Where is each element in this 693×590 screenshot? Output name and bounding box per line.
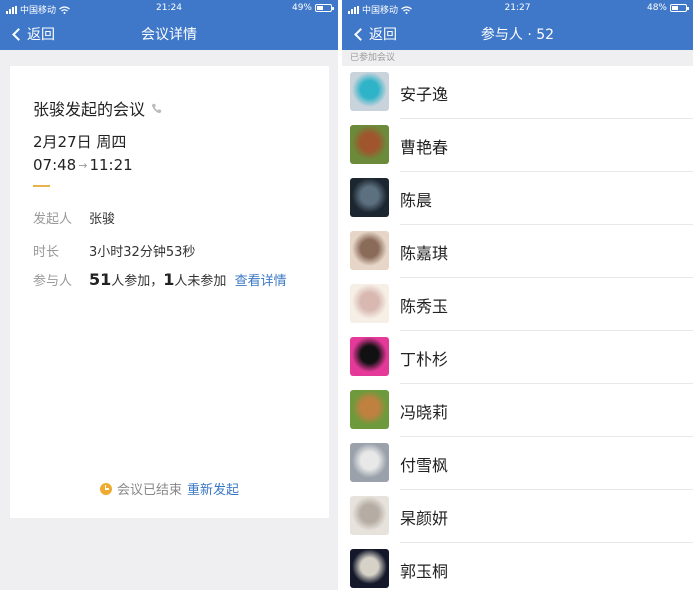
battery-icon	[670, 4, 689, 12]
meeting-card: 张骏发起的会议 2月27日 周四 07:48 → 11:21 发起人 张骏 时长…	[10, 66, 329, 518]
accent-divider	[33, 185, 50, 187]
participant-name: 杲颜妍	[400, 509, 449, 528]
participant-row[interactable]: 郭玉桐	[342, 543, 693, 590]
participant-name: 郭玉桐	[400, 562, 449, 581]
battery-percent: 48%	[646, 3, 667, 13]
participant-row[interactable]: 陈晨	[342, 172, 693, 225]
participants-screen: 中国移动 21:27 48% 返回 参与人 · 52 已参加会议 安子逸曹艳春陈…	[342, 0, 693, 590]
duration-row: 时长 3小时32分钟53秒	[33, 241, 195, 260]
host-row: 发起人 张骏	[33, 208, 115, 227]
not-joined-text: 人未参加	[174, 274, 227, 289]
participant-name: 付雪枫	[400, 456, 449, 475]
participant-name: 陈嘉琪	[400, 244, 449, 263]
avatar	[350, 72, 389, 111]
participant-name: 曹艳春	[400, 138, 449, 157]
participant-row[interactable]: 陈秀玉	[342, 278, 693, 331]
participant-row[interactable]: 丁朴杉	[342, 331, 693, 384]
avatar	[350, 178, 389, 217]
participant-name: 安子逸	[400, 85, 449, 104]
restart-meeting-link[interactable]: 重新发起	[187, 479, 239, 498]
view-details-link[interactable]: 查看详情	[235, 274, 287, 289]
battery-percent: 49%	[291, 3, 312, 13]
participant-name: 陈晨	[400, 191, 433, 210]
avatar	[350, 390, 389, 429]
participant-row[interactable]: 安子逸	[342, 66, 693, 119]
not-joined-count: 1	[163, 270, 175, 289]
status-bar: 中国移动 21:24 49%	[0, 0, 338, 17]
avatar	[350, 496, 389, 535]
arrow-right-icon: →	[78, 158, 88, 172]
participant-row[interactable]: 杲颜妍	[342, 490, 693, 543]
avatar	[350, 549, 389, 588]
phone-icon	[151, 103, 162, 113]
participant-name: 冯晓莉	[400, 403, 449, 422]
page-title: 参与人 · 52	[480, 27, 555, 43]
meeting-ended-status: 会议已结束 重新发起	[10, 479, 329, 498]
meeting-title: 张骏发起的会议	[33, 96, 162, 120]
joined-count: 51	[89, 270, 112, 289]
host-label: 发起人	[33, 212, 73, 227]
end-time: 11:21	[89, 156, 133, 174]
participants-label: 参与人	[33, 274, 73, 289]
avatar	[350, 284, 389, 323]
meeting-title-text: 张骏发起的会议	[33, 100, 146, 119]
participants-row: 参与人 51人参加，1人未参加 查看详情	[33, 270, 287, 289]
participant-row[interactable]: 曹艳春	[342, 119, 693, 172]
participant-row[interactable]: 冯晓莉	[342, 384, 693, 437]
page-title: 会议详情	[141, 27, 197, 43]
meeting-time-range: 07:48 → 11:21	[33, 156, 133, 174]
participant-row[interactable]: 陈嘉琪	[342, 225, 693, 278]
meeting-details-screen: 中国移动 21:24 49% 返回 会议详情 张骏发起的会议 2月27日 周四 …	[0, 0, 338, 590]
clock-icon	[99, 482, 112, 495]
duration-label: 时长	[33, 245, 60, 260]
status-time: 21:24	[156, 3, 182, 13]
duration-value: 3小时32分钟53秒	[89, 245, 196, 260]
ended-text: 会议已结束	[116, 483, 182, 498]
avatar	[350, 125, 389, 164]
meeting-date: 2月27日 周四	[33, 133, 127, 151]
nav-bar: 返回 参与人 · 52	[342, 17, 693, 50]
participant-name: 陈秀玉	[400, 297, 449, 316]
participant-list: 安子逸曹艳春陈晨陈嘉琪陈秀玉丁朴杉冯晓莉付雪枫杲颜妍郭玉桐	[342, 66, 693, 590]
host-value: 张骏	[89, 212, 116, 227]
participant-name: 丁朴杉	[400, 350, 449, 369]
avatar	[350, 231, 389, 270]
avatar	[350, 337, 389, 376]
section-header: 已参加会议	[342, 50, 693, 66]
battery-icon	[315, 4, 334, 12]
avatar	[350, 443, 389, 482]
participants-summary: 51人参加，1人未参加 查看详情	[89, 270, 287, 289]
status-time: 21:27	[504, 3, 531, 13]
nav-bar: 返回 会议详情	[0, 17, 338, 50]
status-bar: 中国移动 21:27 48%	[342, 0, 693, 17]
joined-text: 人参加，	[111, 274, 164, 289]
participant-row[interactable]: 付雪枫	[342, 437, 693, 490]
start-time: 07:48	[33, 156, 77, 174]
